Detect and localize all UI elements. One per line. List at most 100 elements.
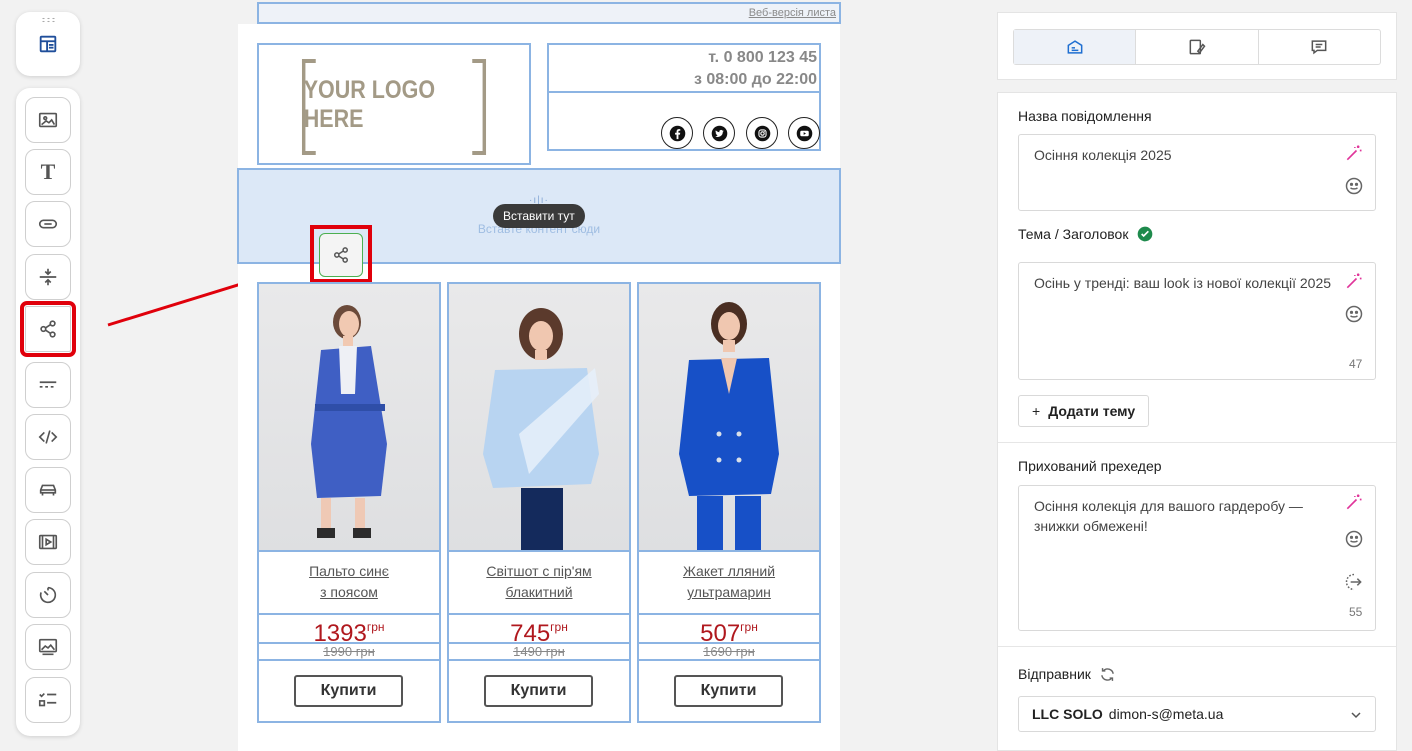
html-code-icon — [38, 430, 58, 444]
share-icon — [334, 247, 348, 263]
plus-icon: + — [1032, 403, 1041, 419]
timer-block-button[interactable] — [25, 572, 71, 618]
banner-block-icon — [38, 638, 58, 656]
logo-placeholder: YOUR LOGO HERE — [301, 59, 487, 155]
product-card[interactable]: Пальто синє з поясом 1393грн 1990 грн Ку… — [257, 282, 441, 723]
social-block-icon — [40, 320, 56, 338]
tab-comments[interactable] — [1257, 30, 1380, 64]
list-block-icon — [38, 692, 57, 707]
product-title-line1: Жакет лляний — [682, 563, 776, 579]
button-block-icon — [38, 219, 58, 229]
section-divider — [998, 646, 1396, 647]
html-block-button[interactable] — [25, 414, 71, 460]
product-image — [259, 284, 439, 552]
buy-button[interactable]: Купити — [294, 675, 403, 707]
tab-design[interactable] — [1135, 30, 1257, 64]
magic-wand-icon[interactable] — [1344, 492, 1364, 512]
preheader-label: Прихований прехедер — [1018, 458, 1162, 474]
sender-select[interactable]: LLC SOLO dimon-s@meta.ua — [1018, 696, 1376, 732]
product-price: 507грн — [639, 613, 819, 646]
emoji-icon[interactable] — [1344, 304, 1364, 324]
section-divider — [998, 442, 1396, 443]
subject-char-count: 47 — [1349, 357, 1363, 371]
subject-label: Тема / Заголовок — [1018, 226, 1129, 242]
social-block-button[interactable] — [20, 301, 76, 357]
button-block-button[interactable] — [25, 201, 71, 247]
product-title[interactable]: Світшот с пір'ям блакитний — [449, 550, 629, 614]
refresh-icon[interactable] — [1099, 666, 1116, 683]
layout-panel-button[interactable] — [16, 12, 80, 76]
product-image — [449, 284, 629, 552]
youtube-icon[interactable] — [788, 117, 820, 149]
buy-button[interactable]: Купити — [674, 675, 783, 707]
add-topic-label: Додати тему — [1048, 403, 1136, 419]
buy-row: Купити — [639, 659, 819, 721]
mail-settings-icon — [1067, 40, 1083, 54]
product-title-line2: блакитний — [505, 584, 573, 600]
design-icon — [1189, 39, 1206, 55]
video-block-icon — [38, 534, 58, 550]
emoji-icon[interactable] — [1344, 176, 1364, 196]
social-icons-block[interactable] — [547, 91, 821, 151]
drag-highlight-frame — [310, 225, 372, 283]
layout-icon — [39, 35, 57, 53]
message-name-label: Назва повідомлення — [1018, 108, 1152, 124]
price-currency: грн — [740, 620, 758, 634]
sender-label: Відправник — [1018, 666, 1091, 682]
buy-button[interactable]: Купити — [484, 675, 593, 707]
spacer-block-button[interactable] — [25, 254, 71, 300]
buy-row: Купити — [259, 659, 439, 721]
contact-block[interactable]: т. 0 800 123 45 з 08:00 до 22:00 — [547, 43, 821, 93]
emoji-icon[interactable] — [1344, 529, 1364, 549]
timer-block-icon — [39, 586, 57, 604]
sender-email: dimon-s@meta.ua — [1108, 706, 1224, 722]
product-title[interactable]: Пальто синє з поясом — [259, 550, 439, 614]
insert-tooltip: Вставити тут — [493, 204, 585, 228]
sender-company: LLC SOLO — [1032, 706, 1103, 722]
product-price: 745грн — [449, 613, 629, 646]
product-title-line1: Пальто синє — [309, 563, 389, 579]
product-title-line2: ультрамарин — [687, 584, 771, 600]
settings-tabs — [1013, 29, 1381, 65]
web-version-bar: Веб-версія листа — [257, 2, 841, 24]
magic-wand-icon[interactable] — [1344, 271, 1364, 291]
divider-block-icon — [39, 381, 57, 388]
text-block-button[interactable]: T — [25, 149, 71, 195]
add-topic-button[interactable]: + Додати тему — [1018, 395, 1149, 427]
preheader-char-count: 55 — [1349, 605, 1363, 619]
car-block-icon — [39, 484, 57, 496]
buy-row: Купити — [449, 659, 629, 721]
tab-message-settings[interactable] — [1014, 30, 1136, 64]
product-image — [639, 284, 819, 552]
check-circle-icon — [1137, 226, 1153, 242]
instagram-icon[interactable] — [746, 117, 778, 149]
product-block-button[interactable] — [25, 467, 71, 513]
product-card[interactable]: Жакет лляний ультрамарин 507грн 1690 грн… — [637, 282, 821, 723]
banner-block-button[interactable] — [25, 624, 71, 670]
drag-grip-icon[interactable] — [41, 17, 55, 23]
image-block-button[interactable] — [25, 97, 71, 143]
subject-field[interactable]: Осінь у тренді: ваш look із нової колекц… — [1018, 262, 1376, 380]
insert-variable-icon[interactable] — [1344, 572, 1364, 592]
divider-block-button[interactable] — [25, 362, 71, 408]
list-block-button[interactable] — [25, 677, 71, 723]
chevron-down-icon — [1351, 712, 1361, 719]
dragged-social-block[interactable] — [319, 233, 363, 277]
product-price: 1393грн — [259, 613, 439, 646]
settings-tabs-card — [997, 12, 1397, 80]
product-title-line1: Світшот с пір'ям — [486, 563, 592, 579]
message-name-field[interactable]: Осіння колекція 2025 — [1018, 134, 1376, 211]
video-block-button[interactable] — [25, 519, 71, 565]
product-title-line2: з поясом — [320, 584, 378, 600]
blocks-toolbar: T — [16, 88, 80, 736]
product-card[interactable]: Світшот с пір'ям блакитний 745грн 1490 г… — [447, 282, 631, 723]
product-title[interactable]: Жакет лляний ультрамарин — [639, 550, 819, 614]
logo-block[interactable]: YOUR LOGO HERE — [257, 43, 531, 165]
phone-text: т. 0 800 123 45 — [708, 49, 817, 66]
hours-text: з 08:00 до 22:00 — [693, 71, 817, 88]
facebook-icon[interactable] — [661, 117, 693, 149]
twitter-icon[interactable] — [703, 117, 735, 149]
web-version-link[interactable]: Веб-версія листа — [749, 7, 836, 19]
magic-wand-icon[interactable] — [1344, 143, 1364, 163]
preheader-field[interactable]: Осіння колекція для вашого гардеробу — з… — [1018, 485, 1376, 631]
